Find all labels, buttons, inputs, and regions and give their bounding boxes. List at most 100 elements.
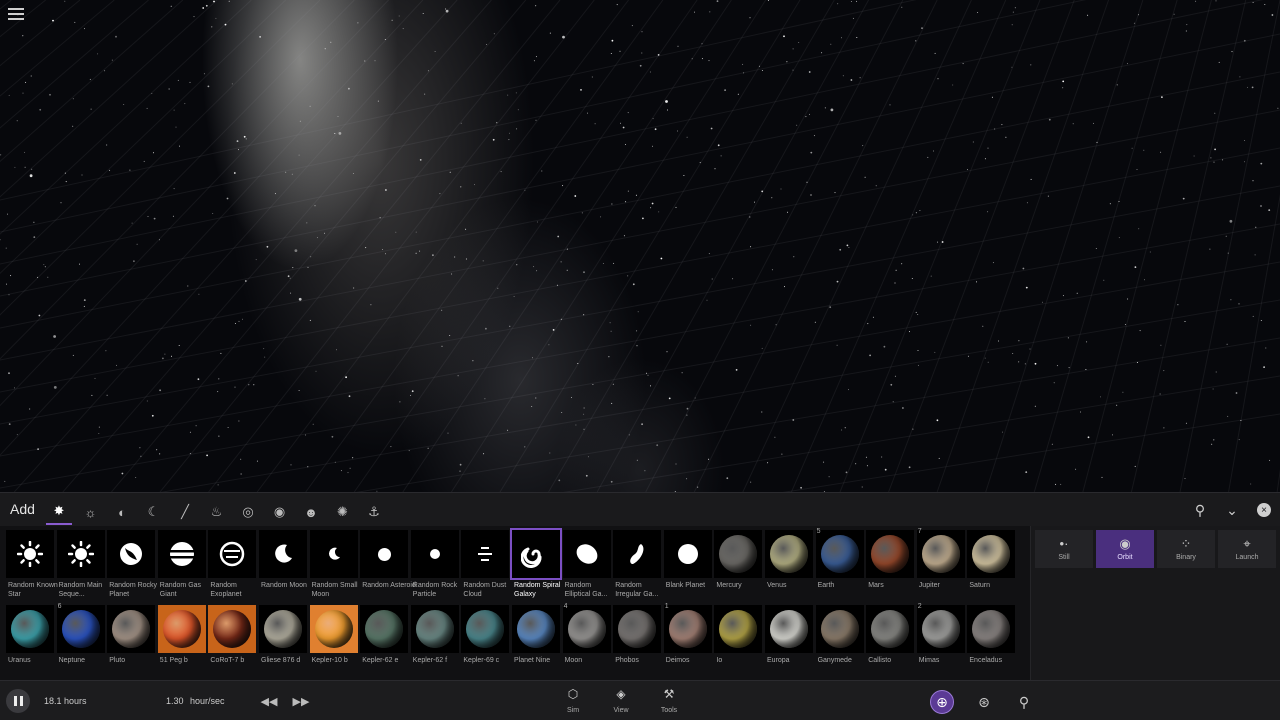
object-label: Saturn <box>969 582 991 589</box>
object-grid: Random Known Star Random Main Seque... Ran… <box>0 526 1030 680</box>
object-tile-mars[interactable]: Mars <box>866 526 916 598</box>
object-tile-phobos[interactable]: Phobos <box>613 601 663 673</box>
object-tile-ganymede[interactable]: Ganymede <box>815 601 866 673</box>
dust-icon <box>461 530 510 578</box>
close-icon[interactable]: × <box>1252 499 1276 521</box>
object-tile-jupiter[interactable]: 7 Jupiter <box>916 526 967 598</box>
object-tile-random-rocky-planet[interactable]: Random Rocky Planet <box>107 526 157 598</box>
object-tile-planet-nine[interactable]: Planet Nine <box>512 601 562 673</box>
planet-icon <box>967 530 1016 578</box>
object-tile-random-irregular-ga[interactable]: Random Irregular Ga... <box>613 526 663 598</box>
object-label: Blank Planet <box>665 582 706 589</box>
mode-binary-button[interactable]: ⁘ Binary <box>1157 530 1215 568</box>
object-tile-callisto[interactable]: Callisto <box>866 601 916 673</box>
search-icon[interactable]: ⚲ <box>1188 499 1212 521</box>
star-system-category-icon[interactable]: ✸ <box>46 499 72 525</box>
object-tile-venus[interactable]: Venus <box>765 526 815 598</box>
object-tile-kepler-69-c[interactable]: Kepler-69 c <box>461 601 511 673</box>
planet-icon <box>613 605 662 653</box>
eye-category-icon[interactable]: ◉ <box>267 499 293 525</box>
object-tile-uranus[interactable]: Uranus <box>6 601 56 673</box>
object-tile-random-elliptical-ga[interactable]: Random Elliptical Ga... <box>562 526 613 598</box>
object-tile-saturn[interactable]: Saturn <box>967 526 1017 598</box>
grab-mode-button[interactable]: ⊛ <box>972 690 996 714</box>
people-category-icon[interactable]: ☻ <box>298 499 324 525</box>
mode-still-button[interactable]: •· Still <box>1035 530 1093 568</box>
rewind-button[interactable]: ◀◀ <box>260 693 278 709</box>
object-tile-kepler-10-b[interactable]: Kepler-10 b <box>309 601 360 673</box>
planet-icon <box>157 605 206 653</box>
mode-orbit-button[interactable]: ◉ Orbit <box>1096 530 1154 568</box>
object-label: Moon <box>564 657 583 664</box>
planet-icon: 6 <box>56 603 105 653</box>
object-tile-51-peg-b[interactable]: 51 Peg b <box>157 601 208 673</box>
placement-mode-panel: •· Still ◉ Orbit ⁘ Binary ⌖ Launch <box>1030 526 1280 680</box>
object-tile-random-spiral-galaxy[interactable]: Random Spiral Galaxy <box>510 526 562 598</box>
object-label: Random Known Star <box>8 582 58 598</box>
object-tile-random-small-moon[interactable]: Random Small Moon <box>309 526 360 598</box>
time-rate-value[interactable]: 1.30 <box>166 696 184 706</box>
mode-launch-button[interactable]: ⌖ Launch <box>1218 530 1276 568</box>
time-rate-unit: hour/sec <box>190 696 225 706</box>
object-count: 4 <box>563 603 568 610</box>
spacecraft-category-icon[interactable]: ♨ <box>204 499 230 525</box>
add-mode-button[interactable]: ⊕ <box>930 690 954 714</box>
planet-icon <box>360 605 409 653</box>
object-label: Random Moon <box>261 582 307 589</box>
object-tile-kepler-62-e[interactable]: Kepler-62 e <box>360 601 410 673</box>
sun-icon <box>56 530 105 578</box>
particle-category-icon[interactable]: ✺ <box>330 499 356 525</box>
object-tile-neptune[interactable]: 6 Neptune <box>56 601 107 673</box>
object-tile-enceladus[interactable]: Enceladus <box>967 601 1017 673</box>
object-tile-pluto[interactable]: Pluto <box>107 601 157 673</box>
rocky-icon <box>107 530 156 578</box>
object-tile-random-gas-giant[interactable]: Random Gas Giant <box>157 526 208 598</box>
object-tile-earth[interactable]: 5 Earth <box>815 526 866 598</box>
object-tile-random-exoplanet[interactable]: Random Exoplanet <box>208 526 258 598</box>
dot-icon <box>360 530 409 578</box>
object-label: Kepler-62 e <box>362 657 399 664</box>
object-tile-random-main-seque[interactable]: Random Main Seque... <box>56 526 107 598</box>
planet-category-icon[interactable]: ◐ <box>109 499 135 525</box>
object-tile-corot-7-b[interactable]: CoRoT-7 b <box>208 601 258 673</box>
star-category-icon[interactable]: ☼ <box>78 499 104 525</box>
planet-icon <box>461 605 510 653</box>
fast-forward-button[interactable]: ▶▶ <box>292 693 310 709</box>
anchor-category-icon[interactable]: ⚓ <box>361 499 387 525</box>
tool-label: Tools <box>660 707 678 714</box>
tool-view-button[interactable]: ◈ View <box>601 687 641 719</box>
object-tile-io[interactable]: Io <box>714 601 764 673</box>
hamburger-icon[interactable] <box>8 8 24 22</box>
object-tile-deimos[interactable]: 1 Deimos <box>663 601 714 673</box>
moon-category-icon[interactable]: ☾ <box>141 499 167 525</box>
planet-icon: 2 <box>916 603 965 653</box>
planet-icon: 4 <box>562 603 611 653</box>
object-label: 51 Peg b <box>159 657 188 664</box>
object-tile-blank-planet[interactable]: Blank Planet <box>663 526 714 598</box>
object-tile-random-rock-particle[interactable]: Random Rock Particle <box>410 526 461 598</box>
comet-category-icon[interactable]: ╱ <box>172 499 198 525</box>
space-viewport[interactable] <box>0 0 1280 492</box>
object-tile-europa[interactable]: Europa <box>765 601 815 673</box>
planet-icon <box>512 605 560 653</box>
object-tile-random-known-star[interactable]: Random Known Star <box>6 526 58 598</box>
sun-icon <box>6 530 54 578</box>
search-objects-button[interactable]: ⚲ <box>1012 690 1036 714</box>
galaxy-category-icon[interactable]: ◎ <box>235 499 261 525</box>
tool-tools-button[interactable]: ⚒ Tools <box>649 687 689 719</box>
chevron-down-icon[interactable]: ⌄ <box>1220 499 1244 521</box>
pause-button[interactable] <box>6 689 30 713</box>
tool-label: Sim <box>566 707 580 714</box>
object-tile-mimas[interactable]: 2 Mimas <box>916 601 967 673</box>
object-tile-moon[interactable]: 4 Moon <box>562 601 613 673</box>
object-tile-random-moon[interactable]: Random Moon <box>259 526 309 598</box>
object-label: Io <box>716 657 723 664</box>
object-tile-gliese-876-d[interactable]: Gliese 876 d <box>259 601 309 673</box>
object-tile-mercury[interactable]: Mercury <box>714 526 764 598</box>
object-tile-random-dust-cloud[interactable]: Random Dust Cloud <box>461 526 511 598</box>
object-tile-random-asteroid[interactable]: Random Asteroid <box>360 526 416 598</box>
object-count: 7 <box>917 528 922 535</box>
object-tile-kepler-62-f[interactable]: Kepler-62 f <box>410 601 461 673</box>
tool-sim-button[interactable]: ⬡ Sim <box>553 687 593 719</box>
object-label: Deimos <box>665 657 690 664</box>
